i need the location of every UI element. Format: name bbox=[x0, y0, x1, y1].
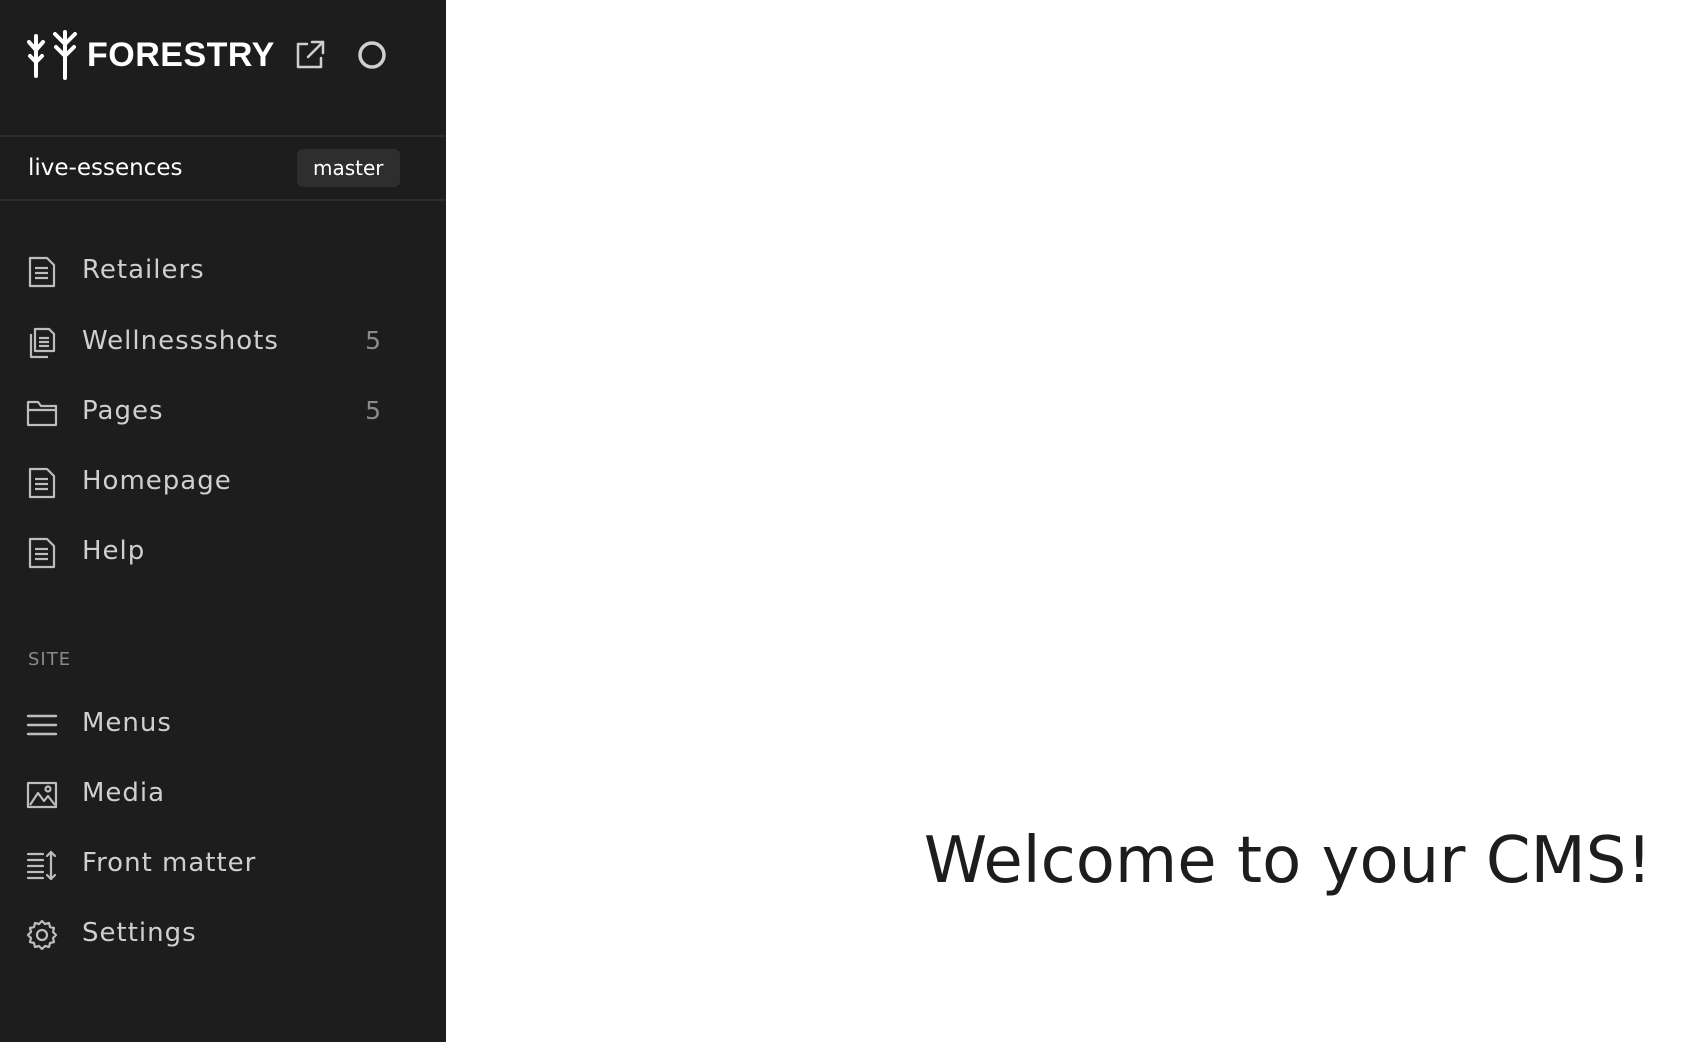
welcome-heading: Welcome to your CMS! bbox=[923, 824, 1652, 898]
menu-icon bbox=[26, 709, 58, 741]
sidebar-item-label: Help bbox=[82, 536, 146, 566]
sidebar-item-settings[interactable]: Settings bbox=[0, 906, 446, 964]
gear-icon bbox=[26, 919, 58, 951]
sidebar-item-label: Pages bbox=[82, 396, 164, 426]
front-matter-icon bbox=[26, 849, 58, 881]
sidebar-header: FORESTRY bbox=[0, 0, 446, 137]
item-count: 5 bbox=[365, 326, 381, 355]
sidebar-item-front-matter[interactable]: Front matter bbox=[0, 836, 446, 894]
section-label-site: SITE bbox=[28, 649, 72, 670]
repo-name: live-essences bbox=[28, 155, 183, 181]
item-count: 5 bbox=[365, 396, 381, 425]
main-content: Welcome to your CMS! bbox=[446, 0, 1698, 1042]
folder-icon bbox=[26, 397, 58, 429]
sidebar-item-label: Media bbox=[82, 778, 166, 808]
document-icon bbox=[26, 537, 58, 569]
status-circle-icon[interactable] bbox=[355, 38, 389, 72]
document-icon bbox=[26, 467, 58, 499]
sidebar-item-label: Front matter bbox=[82, 848, 257, 878]
sidebar-item-label: Retailers bbox=[82, 255, 205, 285]
external-link-icon[interactable] bbox=[293, 38, 327, 72]
sidebar-item-pages[interactable]: Pages 5 bbox=[0, 384, 446, 442]
sidebar-item-label: Menus bbox=[82, 708, 172, 738]
document-icon bbox=[26, 256, 58, 288]
sidebar-item-help[interactable]: Help bbox=[0, 524, 446, 582]
sidebar-item-label: Settings bbox=[82, 918, 197, 948]
sidebar-item-menus[interactable]: Menus bbox=[0, 696, 446, 754]
branch-badge[interactable]: master bbox=[297, 149, 400, 187]
sidebar-item-wellnessshots[interactable]: Wellnessshots 5 bbox=[0, 314, 446, 372]
documents-icon bbox=[26, 327, 58, 359]
logo-text: FORESTRY bbox=[87, 35, 275, 74]
forestry-logo[interactable]: FORESTRY bbox=[27, 30, 275, 80]
forestry-logo-icon bbox=[27, 30, 77, 80]
sidebar: FORESTRY live-essences master Retailers … bbox=[0, 0, 446, 1042]
sidebar-item-label: Wellnessshots bbox=[82, 326, 279, 356]
sidebar-item-media[interactable]: Media bbox=[0, 766, 446, 824]
sidebar-item-retailers[interactable]: Retailers bbox=[0, 243, 446, 301]
image-icon bbox=[26, 779, 58, 811]
sidebar-item-homepage[interactable]: Homepage bbox=[0, 454, 446, 512]
repo-selector[interactable]: live-essences master bbox=[0, 137, 446, 201]
sidebar-item-label: Homepage bbox=[82, 466, 232, 496]
